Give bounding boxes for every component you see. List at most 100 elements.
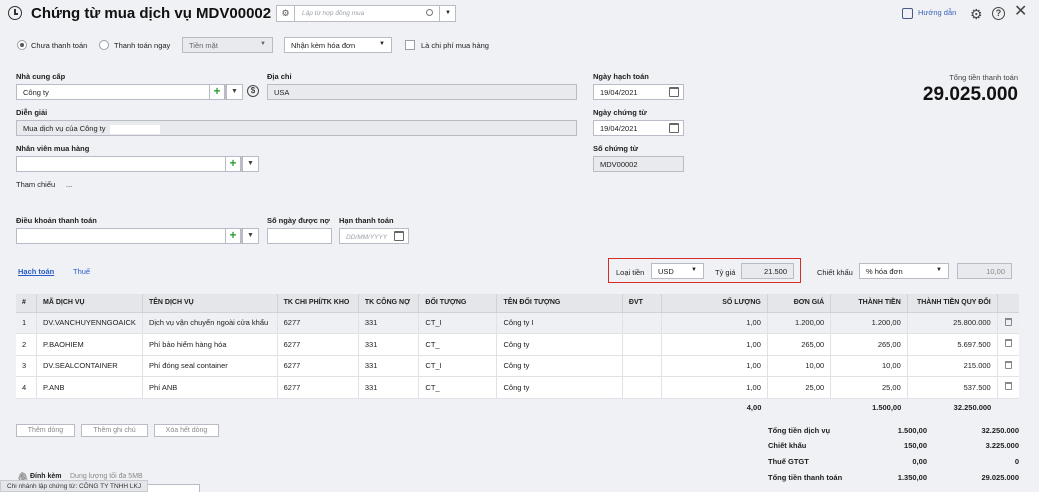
currency-select[interactable]: USD ▼ [651,263,704,279]
voucher-date-input[interactable]: 19/04/2021 [593,120,684,136]
unit-cell[interactable] [622,333,663,356]
amount-cell[interactable]: 1.200,00 [830,312,908,334]
guide-link[interactable]: Hướng dẫn [918,8,956,17]
expense-account-cell[interactable]: 6277 [277,355,359,377]
quantity-cell[interactable]: 1,00 [661,333,768,356]
employee-input[interactable] [16,156,242,172]
payable-account-cell[interactable]: 331 [358,333,420,356]
unit-price-cell[interactable]: 25,00 [767,376,832,399]
expense-account-cell[interactable]: 6277 [277,333,359,356]
add-note-button[interactable]: Thêm ghi chú [81,424,148,437]
payable-account-cell[interactable]: 331 [358,355,420,377]
guide-icon[interactable] [902,8,913,19]
expense-account-cell[interactable]: 6277 [277,376,359,399]
table-row[interactable]: 3 DV.SEALCONTAINER Phí đóng seal contain… [16,355,1019,377]
payable-account-cell[interactable]: 331 [358,312,420,334]
payment-terms-input[interactable] [16,228,242,244]
calendar-icon[interactable] [669,87,679,97]
supplier-input[interactable]: Công ty [16,84,226,100]
purchase-cost-checkbox[interactable] [405,40,415,50]
attachment-label[interactable]: Đính kèm [30,473,62,480]
expense-account-cell[interactable]: 6277 [277,312,359,334]
payment-terms-dropdown-button[interactable]: ▼ [242,228,259,244]
reference-link[interactable]: ... [66,180,72,189]
object-name-cell[interactable]: Công ty [496,355,623,377]
object-code-cell[interactable]: CT_I [418,312,498,334]
unit-price-cell[interactable]: 10,00 [767,355,832,377]
trash-icon[interactable] [1004,360,1012,369]
calendar-icon[interactable] [669,123,679,133]
quantity-cell[interactable]: 1,00 [661,355,768,377]
help-icon[interactable]: ? [992,7,1005,20]
address-input[interactable]: USA [267,84,577,100]
table-row[interactable]: 1 DV.VANCHUYENNGOAICK Dịch vụ vận chuyển… [16,312,1019,334]
exchange-rate-input[interactable]: 21.500 [741,263,794,279]
object-name-cell[interactable]: Công ty [496,333,623,356]
contract-search-input[interactable]: Lập từ hợp đồng mua [302,10,364,17]
currency-icon[interactable]: $ [247,85,259,97]
service-code-cell[interactable]: DV.VANCHUYENNGOAICK [36,312,143,334]
service-name-cell[interactable]: Dịch vụ vận chuyển ngoài cửa khẩu [142,312,278,334]
contract-search[interactable]: ⚙ Lập từ hợp đồng mua ▼ [276,5,456,22]
table-row[interactable]: 4 P.ANB Phí ANB 6277 331 CT_ Công ty 1,0… [16,376,1019,399]
unit-price-cell[interactable]: 1.200,00 [767,312,832,334]
calendar-icon[interactable] [394,231,404,241]
due-date-input[interactable]: DD/MM/YYYY [339,228,409,244]
discount-type-value: % hóa đơn [866,267,903,276]
contract-settings-icon[interactable]: ⚙ [277,6,295,21]
service-code-cell[interactable]: P.ANB [36,376,143,399]
trash-icon[interactable] [1004,339,1012,348]
service-code-cell[interactable]: DV.SEALCONTAINER [36,355,143,377]
discount-value-input[interactable]: 10,00 [957,263,1012,279]
quantity-cell[interactable]: 1,00 [661,312,768,334]
discount-type-select[interactable]: % hóa đơn ▼ [859,263,949,279]
history-icon[interactable] [8,6,22,20]
converted-amount-cell[interactable]: 537.500 [907,376,998,399]
service-code-cell[interactable]: P.BAOHIEM [36,333,143,356]
payable-account-cell[interactable]: 331 [358,376,420,399]
radio-unpaid[interactable] [17,40,27,50]
service-name-cell[interactable]: Phí đóng seal container [142,355,278,377]
voucher-no-input[interactable]: MDV00002 [593,156,684,172]
converted-amount-cell[interactable]: 5.697.500 [907,333,998,356]
invoice-option-select[interactable]: Nhận kèm hóa đơn ▼ [284,37,392,53]
quantity-cell[interactable]: 1,00 [661,376,768,399]
converted-amount-cell[interactable]: 215.000 [907,355,998,377]
add-supplier-button[interactable]: + [209,84,225,100]
close-icon[interactable]: ✕ [1014,4,1027,20]
object-name-cell[interactable]: Công ty [496,376,623,399]
radio-paid[interactable] [99,40,109,50]
posting-date-input[interactable]: 19/04/2021 [593,84,684,100]
contract-dropdown-icon[interactable]: ▼ [439,6,456,21]
converted-amount-cell[interactable]: 25.800.000 [907,312,998,334]
unit-cell[interactable] [622,355,663,377]
object-code-cell[interactable]: CT_ [418,333,498,356]
object-code-cell[interactable]: CT_ [418,376,498,399]
unit-cell[interactable] [622,376,663,399]
description-input[interactable]: Mua dịch vụ của Công ty [16,120,577,136]
search-icon[interactable] [426,9,433,16]
amount-cell[interactable]: 265,00 [830,333,908,356]
object-code-cell[interactable]: CT_I [418,355,498,377]
unit-cell[interactable] [622,312,663,334]
service-name-cell[interactable]: Phí ANB [142,376,278,399]
amount-cell[interactable]: 10,00 [830,355,908,377]
unit-price-cell[interactable]: 265,00 [767,333,832,356]
add-row-button[interactable]: Thêm dòng [16,424,75,437]
table-row[interactable]: 2 P.BAOHIEM Phí bảo hiểm hàng hóa 6277 3… [16,333,1019,356]
tab-tax[interactable]: Thuế [73,267,90,276]
supplier-dropdown-button[interactable]: ▼ [226,84,243,100]
tab-accounting[interactable]: Hạch toán [18,267,54,276]
amount-cell[interactable]: 25,00 [830,376,908,399]
days-owed-input[interactable] [267,228,332,244]
payment-method-select[interactable]: Tiền mặt ▼ [182,37,273,53]
service-name-cell[interactable]: Phí bảo hiểm hàng hóa [142,333,278,356]
object-name-cell[interactable]: Công ty I [496,312,623,334]
settings-icon[interactable]: ⚙ [970,7,983,21]
add-payment-terms-button[interactable]: + [225,228,241,244]
delete-all-rows-button[interactable]: Xóa hết dòng [154,424,219,437]
employee-dropdown-button[interactable]: ▼ [242,156,259,172]
add-employee-button[interactable]: + [225,156,241,172]
trash-icon[interactable] [1004,382,1012,391]
trash-icon[interactable] [1004,317,1012,326]
